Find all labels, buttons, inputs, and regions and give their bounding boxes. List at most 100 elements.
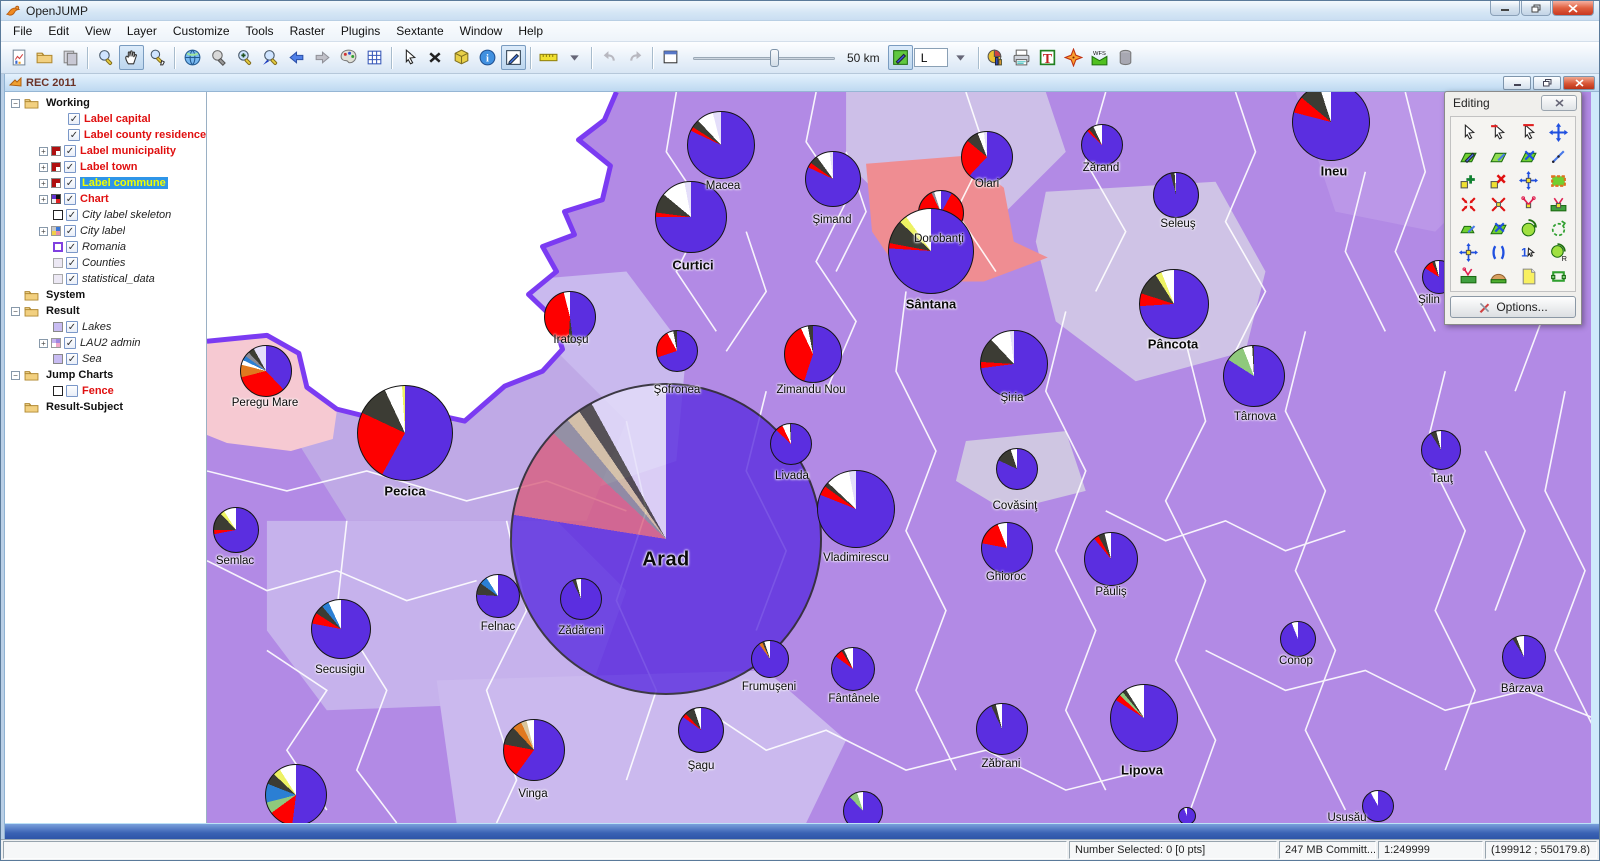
zoom-previous-button[interactable]	[284, 45, 309, 70]
tree-folder-result[interactable]: − Result	[5, 303, 206, 319]
tree-layer-city-label-skeleton[interactable]: ✓ City label skeleton	[5, 207, 206, 223]
zoom-realtime-button[interactable]	[145, 45, 170, 70]
zoom-full-extent-button[interactable]	[180, 45, 205, 70]
tree-expand-handle[interactable]: +	[39, 162, 48, 172]
zoom-in-button[interactable]	[232, 45, 257, 70]
tree-folder-result-subject[interactable]: Result-Subject	[5, 399, 206, 415]
layer-checkbox[interactable]: ✓	[64, 161, 76, 173]
tool-union-selected-icon[interactable]	[1453, 216, 1483, 240]
tool-draw-freehand-icon[interactable]	[1543, 144, 1573, 168]
tool-select-features-icon[interactable]	[1453, 120, 1483, 144]
text-tool-button[interactable]: T	[1035, 45, 1060, 70]
menu-tools[interactable]: Tools	[238, 22, 282, 40]
tree-expand-handle[interactable]: +	[39, 194, 48, 204]
tree-layer-lau2-admin[interactable]: + ✓ LAU2 admin	[5, 335, 206, 351]
tool-subtract-polygon-icon[interactable]	[1483, 216, 1513, 240]
pan-button[interactable]	[118, 45, 144, 70]
undo-button[interactable]	[597, 45, 622, 70]
menu-raster[interactable]: Raster	[282, 22, 333, 40]
tree-layer-label-municipality[interactable]: + ✓ Label municipality	[5, 143, 206, 159]
layer-checkbox[interactable]: ✓	[66, 257, 78, 269]
attribute-table-button[interactable]	[362, 45, 387, 70]
frame-minimize-button[interactable]	[1503, 76, 1531, 90]
layer-checkbox[interactable]: ✓	[64, 177, 76, 189]
tool-move-with-handles-icon[interactable]	[1453, 240, 1483, 264]
wfs-button[interactable]: WFS	[1087, 45, 1112, 70]
tree-folder-system[interactable]: System	[5, 287, 206, 303]
tree-expand-handle[interactable]: +	[39, 178, 48, 188]
feature-info-button[interactable]	[449, 45, 474, 70]
tree-layer-label-capital[interactable]: ✓ Label capital	[5, 111, 206, 127]
layer-checkbox[interactable]: ✓	[64, 193, 76, 205]
layer-checkbox[interactable]: ✓	[67, 129, 80, 141]
tool-cut-linestring-icon[interactable]	[1543, 192, 1573, 216]
tool-delete-vertex-icon[interactable]	[1483, 168, 1513, 192]
tree-expand-handle[interactable]: −	[11, 370, 20, 380]
layer-checkbox[interactable]: ✓	[66, 241, 78, 253]
menu-edit[interactable]: Edit	[40, 22, 77, 40]
layer-checkbox[interactable]: ✓	[64, 145, 76, 157]
tree-layer-label-county-residence[interactable]: ✓ Label county residence	[5, 127, 206, 143]
restore-button[interactable]	[1521, 1, 1551, 16]
tool-select-linestrings-icon[interactable]	[1513, 120, 1543, 144]
close-button[interactable]	[1552, 1, 1594, 16]
menu-window[interactable]: Window	[452, 22, 511, 40]
zoom-to-selection-button[interactable]	[258, 45, 283, 70]
minimize-button[interactable]	[1490, 1, 1520, 16]
tool-cut-polygon-icon[interactable]	[1513, 144, 1543, 168]
tool-move-selected-items-icon[interactable]	[1543, 120, 1573, 144]
new-task-button[interactable]	[6, 45, 31, 70]
tree-layer-statistical-data[interactable]: ✓ statistical_data	[5, 271, 206, 287]
clear-selection-button[interactable]	[423, 45, 448, 70]
info-button[interactable]: i	[475, 45, 500, 70]
tree-expand-handle[interactable]: +	[39, 338, 48, 348]
tree-layer-lakes[interactable]: ✓ Lakes	[5, 319, 206, 335]
zoom-to-fence-button[interactable]	[206, 45, 231, 70]
layer-checkbox[interactable]	[66, 385, 78, 397]
tree-layer-counties[interactable]: ✓ Counties	[5, 255, 206, 271]
tree-expand-handle[interactable]: −	[11, 98, 20, 108]
map-viewport[interactable]: Macea Şimand Olari Zărand Ineu Seleuş Dorobanţ…	[207, 92, 1599, 823]
editing-toolbox-close-button[interactable]	[1541, 95, 1577, 111]
tree-layer-chart[interactable]: + ✓ Chart	[5, 191, 206, 207]
zoom-next-button[interactable]	[310, 45, 335, 70]
menu-plugins[interactable]: Plugins	[333, 22, 388, 40]
frame-restore-button[interactable]	[1533, 76, 1561, 90]
print-button[interactable]	[1009, 45, 1034, 70]
layer-checkbox[interactable]: ✓	[66, 273, 78, 285]
quick-edit-button[interactable]	[888, 45, 914, 70]
tree-layer-city-label[interactable]: + ✓ City label	[5, 223, 206, 239]
task-frame-titlebar[interactable]: REC 2011	[5, 74, 1599, 92]
tool-delete-section-icon[interactable]	[1453, 264, 1483, 288]
tree-expand-handle[interactable]: −	[11, 306, 20, 316]
tool-snap-vertices-icon[interactable]	[1453, 192, 1483, 216]
tool-rotate-features-icon[interactable]: R	[1543, 240, 1573, 264]
tool-draw-linestring-icon[interactable]	[1483, 144, 1513, 168]
layer-checkbox[interactable]: ✓	[64, 337, 76, 349]
tool-fill-polygon-icon[interactable]	[1483, 264, 1513, 288]
editing-toolbox-button[interactable]	[500, 45, 526, 70]
tree-layer-sea[interactable]: ✓ Sea	[5, 351, 206, 367]
menu-view[interactable]: View	[77, 22, 119, 40]
tool-snap-all-vertices-icon[interactable]	[1483, 192, 1513, 216]
tree-expand-handle[interactable]: +	[39, 226, 48, 236]
tree-layer-label-town[interactable]: + ✓ Label town	[5, 159, 206, 175]
tool-draw-rectangle-icon[interactable]	[1543, 168, 1573, 192]
tool-scale-features-icon[interactable]: 1	[1513, 240, 1543, 264]
tool-rotate-arc-icon[interactable]	[1543, 216, 1573, 240]
menu-help[interactable]: Help	[510, 22, 551, 40]
scale-slider[interactable]	[689, 47, 839, 69]
frame-close-button[interactable]	[1563, 76, 1595, 90]
select-features-button[interactable]	[397, 45, 422, 70]
editing-options-button[interactable]: Options...	[1450, 296, 1576, 318]
measure-button[interactable]	[536, 45, 561, 70]
tree-layer-label-commune[interactable]: + ✓ Label commune	[5, 175, 206, 191]
preview-window-button[interactable]	[658, 45, 683, 70]
layer-combo[interactable]: L	[913, 48, 948, 67]
menu-layer[interactable]: Layer	[119, 22, 165, 40]
tool-draw-fence-icon[interactable]	[1543, 264, 1573, 288]
redo-button[interactable]	[623, 45, 648, 70]
tree-layer-romania[interactable]: ✓ Romania	[5, 239, 206, 255]
tool-insert-vertex-icon[interactable]	[1453, 168, 1483, 192]
layer-checkbox[interactable]: ✓	[66, 353, 78, 365]
